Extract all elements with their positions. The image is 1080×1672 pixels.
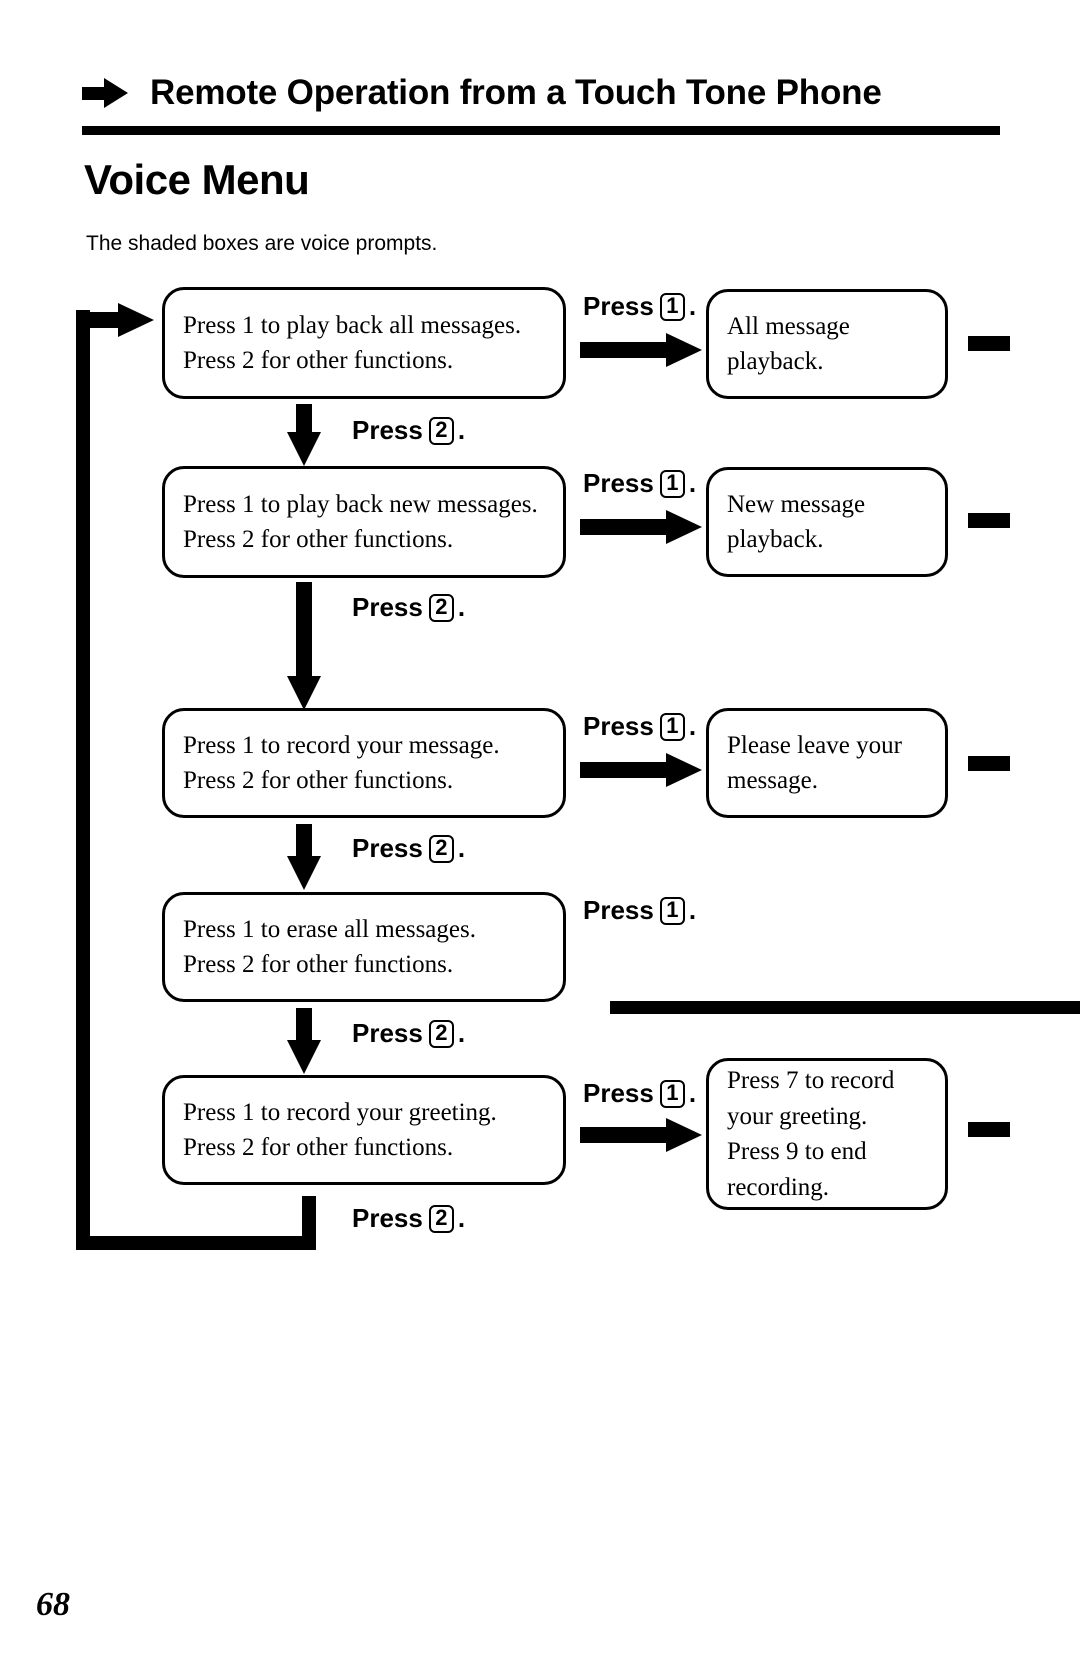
- press-word: Press: [583, 1078, 654, 1108]
- period: .: [688, 291, 697, 321]
- keycap-1-icon: 1: [659, 292, 685, 321]
- arrow-press2-row1to2: [287, 404, 321, 466]
- press-2-label-row1: Press 2 .: [352, 415, 465, 446]
- prompt-line: Please leave your: [727, 731, 902, 759]
- arrow-press1-row3: [580, 753, 702, 787]
- prompt-line: playback.: [727, 526, 824, 553]
- menu-line: Press 1 to record your message.: [183, 731, 500, 759]
- page-number: 68: [36, 1586, 70, 1623]
- edge-cut-stub-row1: [968, 336, 1010, 351]
- period: .: [457, 415, 466, 445]
- menu-line: Press 1 to play back new messages.: [183, 490, 538, 518]
- menu-line: Press 1 to record your greeting.: [183, 1098, 497, 1126]
- loopback-arrow-shaft: [84, 312, 122, 328]
- press-1-label-row5: Press 1 .: [583, 1078, 696, 1109]
- keycap-2-icon: 2: [428, 416, 454, 445]
- press-word: Press: [352, 1203, 423, 1233]
- menu-box-record-message[interactable]: Press 1 to record your message. Press 2 …: [162, 708, 566, 818]
- press-word: Press: [352, 415, 423, 445]
- press-2-label-row4: Press 2 .: [352, 1018, 465, 1049]
- keycap-2-icon: 2: [428, 1204, 454, 1233]
- menu-line: Press 1 to erase all messages.: [183, 915, 476, 943]
- keycap-2-icon: 2: [428, 1019, 454, 1048]
- arrow-press1-row5: [580, 1118, 702, 1152]
- period: .: [457, 592, 466, 622]
- press-word: Press: [583, 895, 654, 925]
- keycap-1-icon: 1: [659, 896, 685, 925]
- press-2-label-row2: Press 2 .: [352, 592, 465, 623]
- press-word: Press: [583, 468, 654, 498]
- keycap-2-icon: 2: [428, 593, 454, 622]
- arrow-press2-row3to4: [287, 824, 321, 890]
- prompt-line: Press 9 to end: [727, 1138, 867, 1165]
- period: .: [688, 468, 697, 498]
- press-2-label-row3: Press 2 .: [352, 833, 465, 864]
- loopback-riser-line: [302, 1196, 316, 1250]
- loopback-horizontal-line: [76, 1236, 316, 1250]
- keycap-1-icon: 1: [659, 1079, 685, 1108]
- arrow-press2-row4to5: [287, 1008, 321, 1074]
- period: .: [688, 895, 697, 925]
- prompt-line: New message: [727, 490, 866, 518]
- press-word: Press: [352, 1018, 423, 1048]
- prompt-box-please-leave-message: Please leave your message.: [706, 708, 948, 818]
- press-1-label-row4: Press 1 .: [583, 895, 696, 926]
- arrow-press1-row1: [580, 333, 702, 367]
- menu-line: Press 1 to play back all messages.: [183, 311, 522, 339]
- press-1-label-row2: Press 1 .: [583, 468, 696, 499]
- menu-line: Press 2 for other functions.: [183, 347, 454, 374]
- loopback-vertical-line: [76, 310, 90, 1250]
- keycap-2-icon: 2: [428, 834, 454, 863]
- loopback-arrow-head-icon: [118, 303, 154, 337]
- menu-box-playback-all[interactable]: Press 1 to play back all messages. Press…: [162, 287, 566, 399]
- press-word: Press: [583, 711, 654, 741]
- menu-box-record-greeting[interactable]: Press 1 to record your greeting. Press 2…: [162, 1075, 566, 1185]
- prompt-line: message.: [727, 767, 818, 794]
- period: .: [457, 833, 466, 863]
- edge-cut-stub-row3: [968, 756, 1010, 771]
- press-2-label-row5: Press 2 .: [352, 1203, 465, 1234]
- prompt-line: All message: [727, 312, 850, 340]
- prompt-line: recording.: [727, 1173, 830, 1201]
- period: .: [457, 1203, 466, 1233]
- press-word: Press: [583, 291, 654, 321]
- keycap-1-icon: 1: [659, 469, 685, 498]
- edge-cut-stub-row2: [968, 513, 1010, 528]
- period: .: [688, 711, 697, 741]
- prompt-box-all-message-playback: All message playback.: [706, 289, 948, 399]
- arrow-press1-row2: [580, 510, 702, 544]
- menu-line: Press 2 for other functions.: [183, 1134, 454, 1161]
- menu-line: Press 2 for other functions.: [183, 767, 454, 794]
- keycap-1-icon: 1: [659, 712, 685, 741]
- voice-menu-flowchart: Press 1 to play back all messages. Press…: [0, 0, 1080, 1300]
- prompt-line: playback.: [727, 348, 824, 375]
- prompt-box-record-greeting-instructions: Press 7 to record your greeting. Press 9…: [706, 1058, 948, 1210]
- press-1-label-row1: Press 1 .: [583, 291, 696, 322]
- press-word: Press: [352, 833, 423, 863]
- menu-line: Press 2 for other functions.: [183, 526, 454, 553]
- prompt-line: your greeting.: [727, 1102, 868, 1130]
- menu-box-playback-new[interactable]: Press 1 to play back new messages. Press…: [162, 466, 566, 578]
- press-word: Press: [352, 592, 423, 622]
- menu-line: Press 2 for other functions.: [183, 951, 454, 978]
- document-page: Remote Operation from a Touch Tone Phone…: [0, 0, 1080, 1672]
- edge-cut-bar-row4: [610, 1001, 1080, 1014]
- edge-cut-stub-row5: [968, 1122, 1010, 1137]
- prompt-box-new-message-playback: New message playback.: [706, 467, 948, 577]
- arrow-press2-row2to3: [287, 582, 321, 712]
- menu-box-erase-all[interactable]: Press 1 to erase all messages. Press 2 f…: [162, 892, 566, 1002]
- press-1-label-row3: Press 1 .: [583, 711, 696, 742]
- prompt-line: Press 7 to record: [727, 1067, 895, 1094]
- period: .: [457, 1018, 466, 1048]
- period: .: [688, 1078, 697, 1108]
